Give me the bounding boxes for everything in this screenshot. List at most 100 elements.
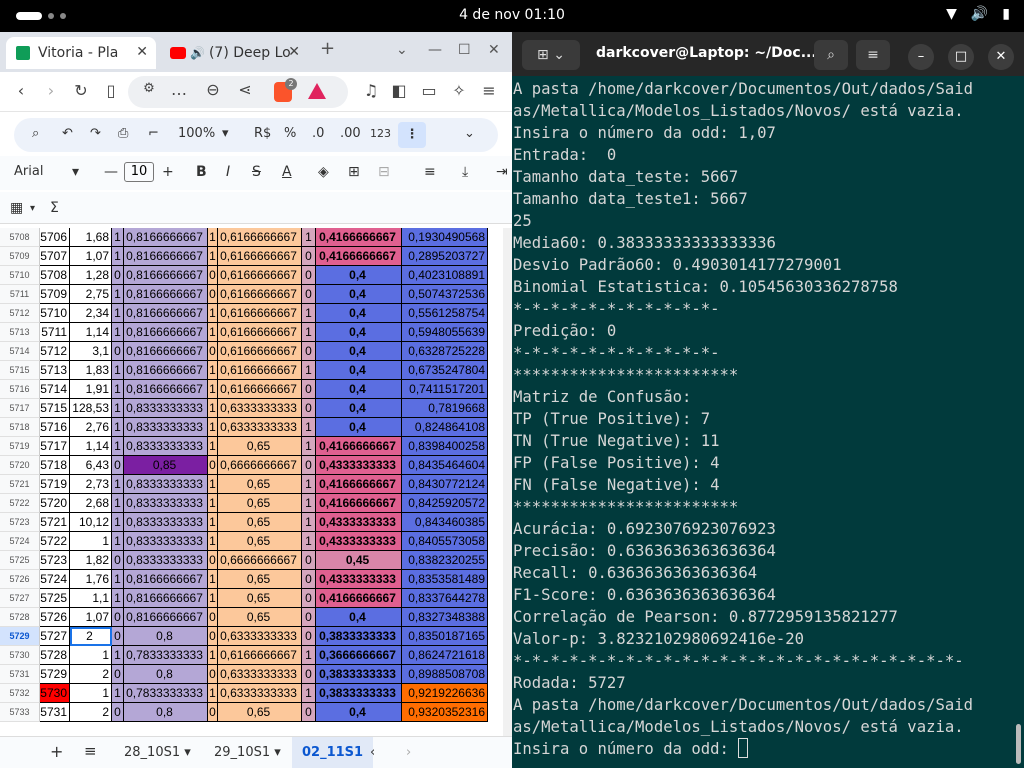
cell-c[interactable]: 1 [112,684,124,703]
row-header[interactable]: 5715 [0,361,40,380]
cell-h[interactable]: 0,4 [316,380,402,399]
cell-a[interactable]: 5715 [40,399,70,418]
table-row[interactable]: 5708 5706 1,68 1 0,8166666667 1 0,6166666667 1 0… [0,228,512,247]
cell-i[interactable]: 0,8405573058 [402,532,488,551]
cell-g[interactable]: 1 [302,418,316,437]
forward-icon[interactable]: › [40,81,62,100]
cell-g[interactable]: 1 [302,475,316,494]
cell-e[interactable]: 0 [208,551,218,570]
cell-h[interactable]: 0,3833333333 [316,684,402,703]
cell-g[interactable]: 1 [302,437,316,456]
cell-c[interactable]: 1 [112,323,124,342]
cell-e[interactable]: 0 [208,608,218,627]
row-header[interactable]: 5710 [0,266,40,285]
cell-i[interactable]: 0,9320352316 [402,703,488,722]
decrease-decimal-button[interactable]: .0 [312,126,324,141]
cell-d[interactable]: 0,8333333333 [124,532,208,551]
cell-a[interactable]: 5727 [40,627,70,646]
cell-b[interactable]: 128,53 [70,399,112,418]
row-header[interactable]: 5718 [0,418,40,437]
cell-e[interactable]: 1 [208,437,218,456]
cell-a[interactable]: 5724 [40,570,70,589]
row-header[interactable]: 5731 [0,665,40,684]
cell-d[interactable]: 0,8166666667 [124,361,208,380]
cell-h[interactable]: 0,4333333333 [316,570,402,589]
address-field[interactable]: ⚙ … ⊖ ⋖ 2 [128,76,348,108]
print-icon[interactable]: ⎙ [118,126,128,141]
cell-h[interactable]: 0,4 [316,304,402,323]
cell-e[interactable]: 1 [208,513,218,532]
cell-d[interactable]: 0,8166666667 [124,608,208,627]
cell-g[interactable]: 0 [302,551,316,570]
cell-f[interactable]: 0,65 [218,475,302,494]
cell-g[interactable]: 1 [302,646,316,665]
cell-a[interactable]: 5718 [40,456,70,475]
zoom-select[interactable]: 100% [178,126,215,141]
cell-d[interactable]: 0,8166666667 [124,570,208,589]
cell-d[interactable]: 0,8333333333 [124,494,208,513]
cell-c[interactable]: 1 [112,494,124,513]
cell-e[interactable]: 1 [208,247,218,266]
table-row[interactable]: 5717 5715 128,53 1 0,8333333333 1 0,6333333333… [0,399,512,418]
cell-e[interactable]: 0 [208,665,218,684]
cell-i[interactable]: 0,8353581489 [402,570,488,589]
row-header[interactable]: 5721 [0,475,40,494]
table-row[interactable]: 5711 5709 2,75 1 0,8166666667 0 0,6166666667 0 0… [0,285,512,304]
row-header[interactable]: 5712 [0,304,40,323]
cell-c[interactable]: 1 [112,570,124,589]
cell-a[interactable]: 5719 [40,475,70,494]
table-row[interactable]: 5709 5707 1,07 1 0,8166666667 1 0,6166666667 0 0… [0,247,512,266]
table-row[interactable]: 5721 5719 2,73 1 0,8333333333 1 0,65 1 0,4166666… [0,475,512,494]
cell-i[interactable]: 0,5561258754 [402,304,488,323]
row-header[interactable]: 5724 [0,532,40,551]
cell-f[interactable]: 0,65 [218,513,302,532]
cell-i[interactable]: 0,1930490568 [402,228,488,247]
cell-h[interactable]: 0,45 [316,551,402,570]
cell-f[interactable]: 0,6166666667 [218,247,302,266]
cell-d[interactable]: 0,8166666667 [124,380,208,399]
cell-e[interactable]: 1 [208,475,218,494]
table-row[interactable]: 5730 5728 1 1 0,7833333333 1 0,6166666667 1 0,36… [0,646,512,665]
cell-g[interactable]: 0 [302,570,316,589]
row-header[interactable]: 5730 [0,646,40,665]
cell-a[interactable]: 5720 [40,494,70,513]
terminal-prompt-line[interactable]: Insira o número da odd: [513,738,1013,760]
cell-e[interactable]: 1 [208,323,218,342]
close-icon[interactable]: ✕ [288,44,300,60]
cell-a[interactable]: 5709 [40,285,70,304]
cell-b[interactable]: 2,76 [70,418,112,437]
minimize-icon[interactable]: – [908,44,934,70]
cell-h[interactable]: 0,4333333333 [316,456,402,475]
site-settings-icon[interactable]: ⚙ [138,81,160,96]
cell-c[interactable]: 0 [112,266,124,285]
cell-c[interactable]: 1 [112,475,124,494]
cell-b[interactable]: 2 [70,665,112,684]
more-options-icon[interactable]: ⋮ [398,122,426,148]
cell-f[interactable]: 0,6166666667 [218,266,302,285]
table-row[interactable]: 5727 5725 1,1 1 0,8166666667 1 0,65 0 0,41666666… [0,589,512,608]
cell-i[interactable]: 0,5948055639 [402,323,488,342]
cell-d[interactable]: 0,8166666667 [124,342,208,361]
cell-i[interactable]: 0,9219226636 [402,684,488,703]
fill-color-icon[interactable]: ◈ [318,164,329,180]
cell-f[interactable]: 0,65 [218,608,302,627]
cell-c[interactable]: 0 [112,342,124,361]
cell-d[interactable]: 0,8 [124,627,208,646]
cell-h[interactable]: 0,4 [316,361,402,380]
table-row[interactable]: 5731 5729 2 0 0,8 0 0,6333333333 0 0,3833333333 0… [0,665,512,684]
cell-h[interactable]: 0,3666666667 [316,646,402,665]
vertical-align-icon[interactable]: ⤓ [462,164,468,180]
cell-c[interactable]: 0 [112,456,124,475]
row-header[interactable]: 5729 [0,627,40,646]
cell-e[interactable]: 1 [208,399,218,418]
cell-h[interactable]: 0,3833333333 [316,627,402,646]
terminal-scrollbar[interactable] [1016,724,1021,764]
cell-i[interactable]: 0,8430772124 [402,475,488,494]
cell-g[interactable]: 1 [302,494,316,513]
cell-b[interactable]: 1,82 [70,551,112,570]
cell-a[interactable]: 5713 [40,361,70,380]
sheet-tab-29-10s1[interactable]: 29_10S1 ▾ [214,745,281,760]
cell-f[interactable]: 0,65 [218,437,302,456]
cell-i[interactable]: 0,6328725228 [402,342,488,361]
cell-b[interactable]: 1 [70,532,112,551]
